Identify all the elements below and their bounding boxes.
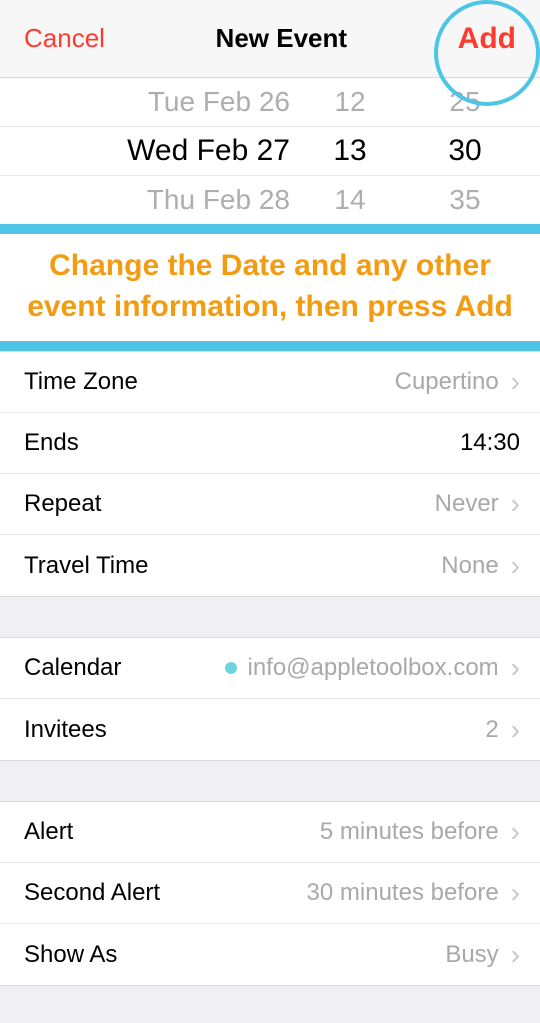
page-title: New Event	[216, 23, 348, 54]
ends-value: 14:30	[460, 429, 520, 457]
alert-row[interactable]: Alert 5 minutes before ›	[0, 802, 540, 863]
calendar-value: info@appletoolbox.com	[247, 654, 498, 682]
chevron-right-icon: ›	[511, 714, 520, 746]
show-as-label: Show As	[24, 941, 117, 969]
picker-date: Thu Feb 28	[55, 184, 300, 216]
picker-minute: 25	[400, 86, 530, 118]
travel-time-value: None	[441, 552, 498, 580]
cancel-button[interactable]: Cancel	[24, 23, 105, 54]
ends-row[interactable]: Ends 14:30	[0, 413, 540, 474]
invitees-row[interactable]: Invitees 2 ›	[0, 699, 540, 760]
show-as-row[interactable]: Show As Busy ›	[0, 924, 540, 985]
chevron-right-icon: ›	[511, 816, 520, 848]
chevron-right-icon: ›	[511, 652, 520, 684]
invitees-label: Invitees	[24, 716, 107, 744]
annotation-bar-bottom	[0, 341, 540, 351]
picker-hour: 14	[300, 184, 400, 216]
chevron-right-icon: ›	[511, 550, 520, 582]
second-alert-value: 30 minutes before	[307, 879, 499, 907]
alert-label: Alert	[24, 818, 73, 846]
annotation-bar-top	[0, 224, 540, 234]
picker-date: Tue Feb 26	[55, 86, 300, 118]
travel-time-label: Travel Time	[24, 552, 148, 580]
calendar-label: Calendar	[24, 654, 121, 682]
show-as-value: Busy	[445, 941, 498, 969]
invitees-value: 2	[485, 716, 498, 744]
chevron-right-icon: ›	[511, 488, 520, 520]
alert-group: Alert 5 minutes before › Second Alert 30…	[0, 801, 540, 986]
chevron-right-icon: ›	[511, 366, 520, 398]
nav-bar: Cancel New Event Add	[0, 0, 540, 78]
travel-time-row[interactable]: Travel Time None ›	[0, 535, 540, 596]
date-time-picker[interactable]: Tue Feb 26 12 25 Wed Feb 27 13 30 Thu Fe…	[0, 78, 540, 224]
picker-hour-selected: 13	[300, 134, 400, 168]
time-zone-row[interactable]: Time Zone Cupertino ›	[0, 352, 540, 413]
chevron-right-icon: ›	[511, 877, 520, 909]
picker-minute-selected: 30	[400, 134, 530, 168]
calendar-group: Calendar info@appletoolbox.com › Invitee…	[0, 637, 540, 761]
calendar-row[interactable]: Calendar info@appletoolbox.com ›	[0, 638, 540, 699]
chevron-right-icon: ›	[511, 939, 520, 971]
time-zone-label: Time Zone	[24, 368, 138, 396]
tutorial-annotation: Change the Date and any other event info…	[0, 234, 540, 341]
calendar-color-dot-icon	[225, 662, 237, 674]
picker-minute: 35	[400, 184, 530, 216]
repeat-value: Never	[435, 490, 499, 518]
time-zone-value: Cupertino	[395, 368, 499, 396]
repeat-label: Repeat	[24, 490, 101, 518]
second-alert-label: Second Alert	[24, 879, 160, 907]
ends-label: Ends	[24, 429, 79, 457]
picker-hour: 12	[300, 86, 400, 118]
alert-value: 5 minutes before	[320, 818, 499, 846]
second-alert-row[interactable]: Second Alert 30 minutes before ›	[0, 863, 540, 924]
time-settings-group: Time Zone Cupertino › Ends 14:30 Repeat …	[0, 351, 540, 597]
repeat-row[interactable]: Repeat Never ›	[0, 474, 540, 535]
picker-date-selected: Wed Feb 27	[55, 134, 300, 168]
add-button[interactable]: Add	[458, 22, 516, 56]
